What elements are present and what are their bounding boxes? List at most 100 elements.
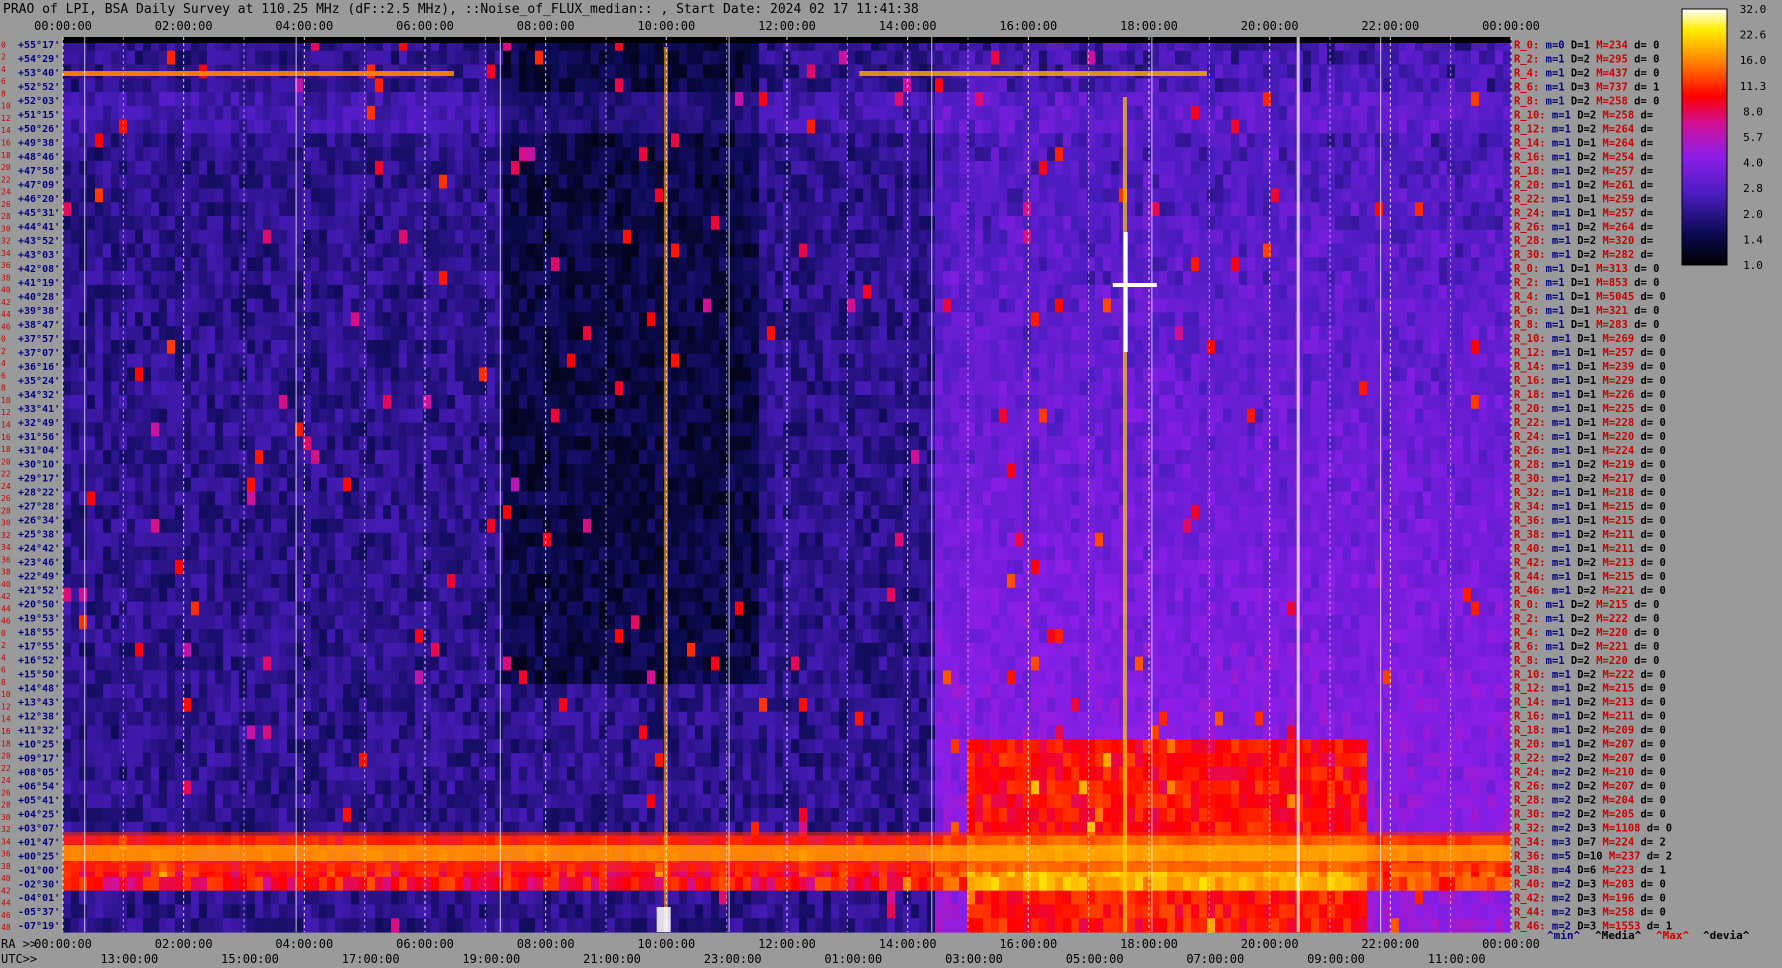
- heatmap-cell: [735, 284, 744, 300]
- heatmap-cell: [607, 271, 616, 286]
- heatmap-cell: [79, 395, 88, 410]
- heatmap-cell: [1327, 353, 1336, 369]
- heatmap-cell: [1239, 133, 1248, 148]
- heatmap-cell: [1071, 298, 1080, 313]
- heatmap-cell: [711, 216, 720, 231]
- heatmap-cell: [159, 326, 168, 341]
- heatmap-cell: [815, 243, 824, 258]
- heatmap-cell: [535, 105, 544, 121]
- heatmap-cell: [791, 395, 800, 410]
- heatmap-cell: [1431, 284, 1440, 300]
- heatmap-cell: [607, 284, 616, 300]
- heatmap-cell: [1239, 271, 1248, 286]
- heatmap-cell: [183, 229, 192, 245]
- heatmap-cell: [999, 188, 1008, 203]
- heatmap-cell: [527, 188, 536, 203]
- heatmap-cell: [639, 105, 648, 121]
- heatmap-cell: [1503, 174, 1512, 190]
- heatmap-cell: [455, 271, 464, 286]
- heatmap-cell: [695, 188, 704, 203]
- heatmap-cell: [375, 174, 384, 190]
- heatmap-cell: [991, 50, 1000, 66]
- heatmap-cell: [863, 147, 872, 162]
- heatmap-cell: [695, 284, 704, 300]
- heatmap-cell: [223, 312, 232, 327]
- heatmap-cell: [383, 229, 392, 245]
- heatmap-cell: [719, 339, 728, 355]
- heatmap-cell: [1311, 271, 1320, 286]
- heatmap-cell: [911, 50, 920, 66]
- heatmap-cell: [1263, 133, 1272, 148]
- heatmap-cell: [431, 367, 440, 382]
- heatmap-cell: [799, 78, 808, 93]
- heatmap-cell: [1055, 216, 1064, 231]
- heatmap-cell: [159, 160, 168, 176]
- heatmap-cell: [887, 133, 896, 148]
- heatmap-cell: [463, 312, 472, 327]
- heatmap-cell: [183, 119, 192, 134]
- heatmap-cell: [1271, 257, 1280, 272]
- heatmap-cell: [711, 257, 720, 272]
- heatmap-cell: [839, 216, 848, 231]
- heatmap-cell: [399, 202, 408, 217]
- heatmap-cell: [415, 353, 424, 369]
- heatmap-cell: [895, 78, 904, 93]
- heatmap-cell: [1351, 147, 1360, 162]
- heatmap-cell: [1351, 243, 1360, 258]
- heatmap-cell: [247, 326, 256, 341]
- heatmap-cell: [655, 119, 664, 134]
- heatmap-cell: [1431, 78, 1440, 93]
- heatmap-cell: [1503, 367, 1512, 382]
- heatmap-cell: [1335, 133, 1344, 148]
- heatmap-cell: [79, 133, 88, 148]
- heatmap-cell: [975, 353, 984, 369]
- heatmap-cell: [487, 326, 496, 341]
- heatmap-cell: [871, 312, 880, 327]
- heatmap-cell: [103, 326, 112, 341]
- heatmap-cell: [343, 353, 352, 369]
- heatmap-cell: [263, 353, 272, 369]
- heatmap-cell: [471, 284, 480, 300]
- heatmap-cell: [263, 298, 272, 313]
- heatmap-cell: [583, 119, 592, 134]
- heatmap-cell: [143, 188, 152, 203]
- heatmap-cell: [791, 243, 800, 258]
- heatmap-cell: [519, 202, 528, 217]
- heatmap-cell: [439, 188, 448, 203]
- heatmap-cell: [959, 381, 968, 396]
- heatmap-cell: [1271, 64, 1280, 79]
- heatmap-cell: [399, 243, 408, 258]
- heatmap-cell: [103, 312, 112, 327]
- heatmap-cell: [159, 284, 168, 300]
- heatmap-cell: [1423, 147, 1432, 162]
- heatmap-cell: [183, 188, 192, 203]
- heatmap-cell: [399, 353, 408, 369]
- heatmap-cell: [831, 133, 840, 148]
- heatmap-cell: [815, 395, 824, 410]
- heatmap-cell: [455, 381, 464, 396]
- heatmap-cell: [1167, 50, 1176, 66]
- heatmap-cell: [327, 174, 336, 190]
- heatmap-cell: [935, 160, 944, 176]
- heatmap-cell: [895, 216, 904, 231]
- heatmap-cell: [95, 408, 104, 424]
- heatmap-cell: [855, 119, 864, 134]
- heatmap-cell: [975, 326, 984, 341]
- heatmap-cell: [247, 119, 256, 134]
- heatmap-cell: [839, 298, 848, 313]
- heatmap-cell: [1175, 202, 1184, 217]
- heatmap-cell: [1063, 298, 1072, 313]
- heatmap-cell: [1175, 367, 1184, 382]
- heatmap-cell: [991, 78, 1000, 93]
- heatmap-cell: [415, 174, 424, 190]
- heatmap-cell: [1503, 353, 1512, 369]
- heatmap-cell: [991, 298, 1000, 313]
- heatmap-cell: [167, 92, 176, 107]
- heatmap-cell: [1247, 381, 1256, 396]
- heatmap-cell: [135, 50, 144, 66]
- heatmap-cell: [135, 271, 144, 286]
- heatmap-cell: [943, 174, 952, 190]
- heatmap-cell: [1199, 78, 1208, 93]
- heatmap-cell: [463, 78, 472, 93]
- heatmap-cell: [847, 174, 856, 190]
